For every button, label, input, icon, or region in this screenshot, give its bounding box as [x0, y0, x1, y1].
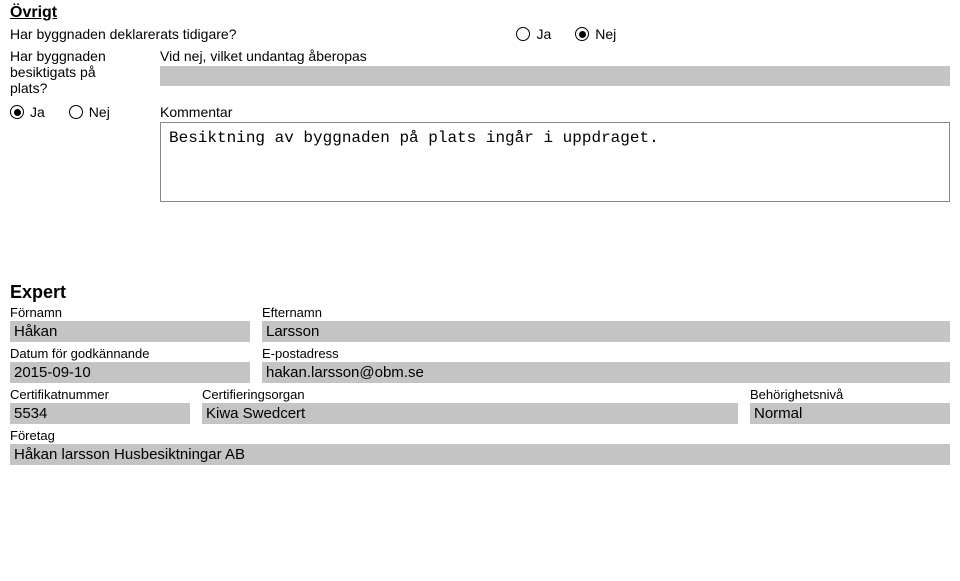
q2-ja-label: Ja — [30, 104, 45, 120]
q1-ja-label: Ja — [536, 26, 551, 42]
efternamn-label: Efternamn — [262, 305, 950, 320]
beh-input[interactable]: Normal — [750, 403, 950, 424]
undantag-input[interactable] — [160, 66, 950, 86]
q1-ja-radio[interactable] — [516, 27, 530, 41]
foretag-input[interactable]: Håkan larsson Husbesiktningar AB — [10, 444, 950, 465]
beh-label: Behörighetsnivå — [750, 387, 950, 402]
fornamn-label: Förnamn — [10, 305, 250, 320]
epost-input[interactable]: hakan.larsson@obm.se — [262, 362, 950, 383]
q2-nej-label: Nej — [89, 104, 110, 120]
kommentar-input[interactable]: Besiktning av byggnaden på plats ingår i… — [160, 122, 950, 202]
q1-label: Har byggnaden deklarerats tidigare? — [10, 26, 236, 42]
q2-ja-radio[interactable] — [10, 105, 24, 119]
q2-nej-radio[interactable] — [69, 105, 83, 119]
ovrigt-title: Övrigt — [10, 4, 950, 22]
certnr-input[interactable]: 5534 — [10, 403, 190, 424]
expert-title: Expert — [10, 282, 950, 303]
datum-input[interactable]: 2015-09-10 — [10, 362, 250, 383]
organ-label: Certifieringsorgan — [202, 387, 738, 402]
foretag-label: Företag — [10, 428, 950, 443]
certnr-label: Certifikatnummer — [10, 387, 190, 402]
kommentar-label: Kommentar — [160, 104, 950, 120]
organ-input[interactable]: Kiwa Swedcert — [202, 403, 738, 424]
q2-label: Har byggnaden besiktigats på plats? — [10, 48, 130, 96]
efternamn-input[interactable]: Larsson — [262, 321, 950, 342]
undantag-label: Vid nej, vilket undantag åberopas — [160, 48, 950, 64]
datum-label: Datum för godkännande — [10, 346, 250, 361]
q1-nej-label: Nej — [595, 26, 616, 42]
q1-nej-radio[interactable] — [575, 27, 589, 41]
fornamn-input[interactable]: Håkan — [10, 321, 250, 342]
epost-label: E-postadress — [262, 346, 950, 361]
